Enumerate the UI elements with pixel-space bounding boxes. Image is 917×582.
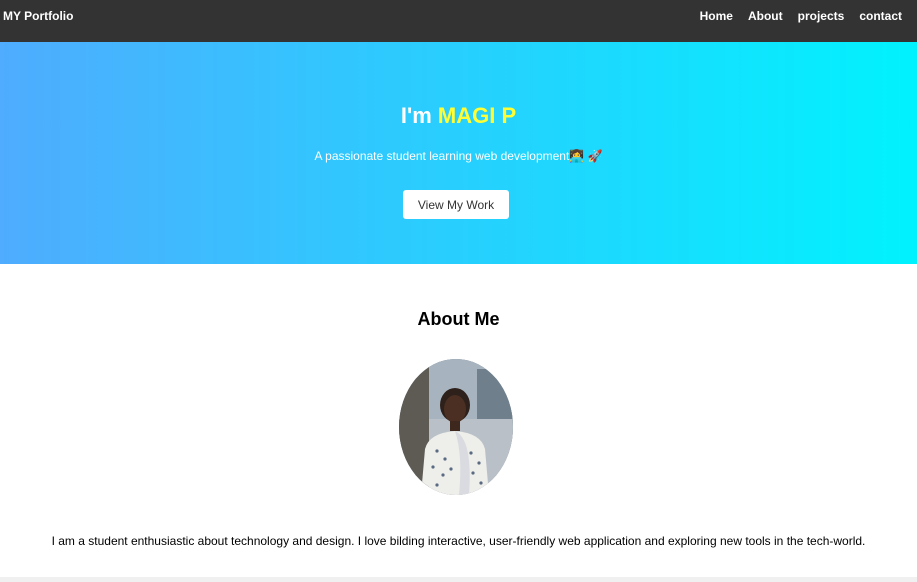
nav-link-home[interactable]: Home [700,9,733,23]
site-brand[interactable]: MY Portfolio [3,9,73,23]
hero-title: I'm MAGI P [0,103,917,129]
profile-photo [399,359,513,495]
nav-link-contact[interactable]: contact [859,9,902,23]
profile-photo-illustration [399,359,513,495]
hero-greeting: I'm [400,103,438,128]
view-my-work-button[interactable]: View My Work [403,190,509,219]
navbar: MY Portfolio Home About projects contact [0,0,917,42]
hero-name: MAGI P [437,103,517,128]
nav-links: Home About projects contact [700,9,902,23]
nav-link-projects[interactable]: projects [798,9,845,23]
about-section: About Me I am a student enthusiastic abo… [0,264,917,577]
about-title: About Me [417,309,500,329]
hero-section: I'm MAGI P A passionate student learning… [0,42,917,264]
hero-subtitle: A passionate student learning web develo… [314,149,603,163]
about-description: I am a student enthusiastic about techno… [51,534,866,548]
nav-link-about[interactable]: About [748,9,783,23]
